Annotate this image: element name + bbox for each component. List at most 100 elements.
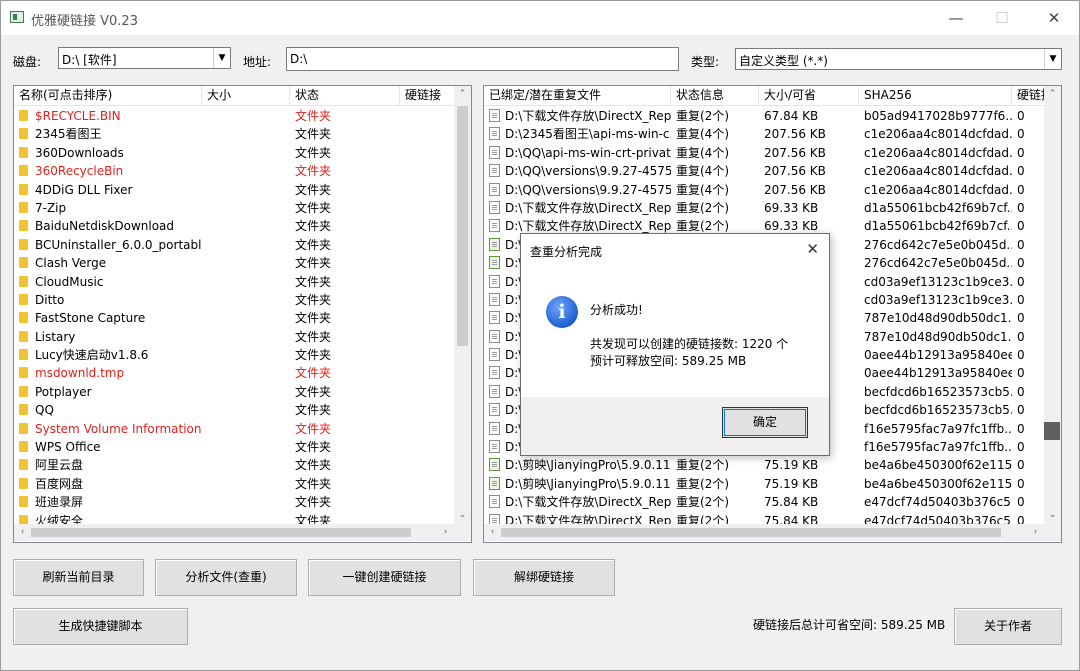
generate-script-button[interactable]: 生成快捷键脚本 (13, 608, 188, 645)
folder-icon (19, 275, 28, 287)
column-header[interactable]: 状态信息 (671, 86, 759, 106)
table-row[interactable]: BaiduNetdiskDownload 文件夹 (14, 217, 400, 235)
table-row[interactable]: Clash Verge 文件夹 (14, 254, 400, 272)
sha256-cell: d1a55061bcb42f69b7cf... (864, 200, 1012, 215)
table-row[interactable]: D:\剪映\JianyingPro\5.9.0.11... 重复(2个) 75.19… (484, 475, 1052, 493)
create-hardlinks-button[interactable]: 一键创建硬链接 (308, 559, 461, 596)
table-row[interactable]: System Volume Information 文件夹 (14, 420, 400, 438)
chevron-down-icon[interactable]: ▼ (1044, 49, 1061, 69)
table-row[interactable]: 360Downloads 文件夹 (14, 144, 400, 162)
sha256-cell: 0aee44b12913a95840ee... (864, 348, 1012, 363)
size-cell (202, 291, 290, 309)
type-select[interactable]: 自定义类型 (*.*) ▼ (735, 48, 1062, 70)
table-row[interactable]: D:\QQ\versions\9.9.27-4575... 重复(4个) 207.5… (484, 162, 1052, 180)
folder-icon (19, 441, 28, 453)
file-path: D:\下载文件存放\DirectX_Rep... (505, 495, 671, 510)
scroll-down-icon[interactable]: ⌄ (1044, 507, 1061, 524)
table-row[interactable]: D:\下载文件存放\DirectX_Rep... 重复(2个) 67.84 KB b0… (484, 107, 1052, 125)
column-header[interactable]: 状态 (290, 86, 400, 106)
table-row[interactable]: 4DDiG DLL Fixer 文件夹 (14, 181, 400, 199)
table-row[interactable]: Listary 文件夹 (14, 328, 400, 346)
table-row[interactable]: 班迪录屏 文件夹 (14, 493, 400, 511)
folder-icon (19, 146, 28, 158)
chevron-down-icon[interactable]: ▼ (213, 48, 230, 68)
scroll-left-icon[interactable]: ‹ (14, 524, 31, 541)
name-cell: Clash Verge (14, 254, 202, 272)
duplicate-list-vscroll[interactable]: ⌃ ⌄ (1044, 86, 1061, 524)
file-name: BaiduNetdiskDownload (35, 219, 175, 234)
ok-button[interactable]: 确定 (722, 407, 808, 438)
status-cell: 文件夹 (295, 274, 332, 289)
file-icon (489, 292, 500, 306)
analysis-complete-dialog: 查重分析完成 ✕ i 分析成功! 共发现可以创建的硬链接数: 1220 个 预计… (520, 233, 830, 456)
name-cell: BCUninstaller_6.0.0_portable... (14, 236, 202, 254)
unbind-hardlinks-button[interactable]: 解绑硬链接 (473, 559, 615, 596)
size-cell: 207.56 KB (764, 127, 826, 142)
table-row[interactable]: FastStone Capture 文件夹 (14, 309, 400, 327)
file-name: 百度网盘 (35, 476, 84, 491)
table-row[interactable]: msdownld.tmp 文件夹 (14, 364, 400, 382)
table-row[interactable]: D:\QQ\api-ms-win-crt-privat... 重复(4个) 207.… (484, 144, 1052, 162)
sha256-cell: f16e5795fac7a97fc1ffb... (864, 440, 1012, 455)
refresh-directory-button[interactable]: 刷新当前目录 (13, 559, 144, 596)
about-author-button[interactable]: 关于作者 (954, 608, 1062, 645)
table-row[interactable]: 360RecycleBin 文件夹 (14, 162, 400, 180)
column-header[interactable]: 名称(可点击排序) (14, 86, 202, 106)
table-row[interactable]: D:\剪映\JianyingPro\5.9.0.11... 重复(2个) 75.19… (484, 456, 1052, 474)
sha256-cell: 787e10d48d90db50dc1... (864, 329, 1012, 344)
column-header[interactable]: 大小/可省 (759, 86, 859, 106)
close-button[interactable]: ✕ (1031, 1, 1077, 35)
file-list-hscroll[interactable]: ‹ › (14, 524, 471, 541)
column-header[interactable]: 硬链接 (400, 86, 460, 106)
table-row[interactable]: 阿里云盘 文件夹 (14, 456, 400, 474)
table-row[interactable]: 7-Zip 文件夹 (14, 199, 400, 217)
size-cell: 207.56 KB (764, 182, 826, 197)
scroll-thumb[interactable] (501, 528, 1001, 537)
size-cell (202, 162, 290, 180)
file-path: D:\下载文件存放\DirectX_Rep... (505, 219, 671, 234)
scroll-thumb[interactable] (31, 528, 411, 537)
file-path: D:\剪映\JianyingPro\5.9.0.11... (505, 458, 671, 473)
scroll-thumb[interactable] (457, 106, 468, 346)
scroll-thumb[interactable] (1044, 422, 1060, 440)
scroll-left-icon[interactable]: ‹ (484, 524, 501, 541)
sha256-cell: 276cd642c7e5e0b045d... (864, 256, 1012, 271)
table-row[interactable]: D:\下载文件存放\DirectX_Rep... 重复(2个) 75.84 KB e4… (484, 493, 1052, 511)
maximize-button[interactable]: ☐ (979, 1, 1025, 35)
file-path: D:\下载文件存放\DirectX_Rep... (505, 109, 671, 123)
table-row[interactable]: 2345看图王 文件夹 (14, 125, 400, 143)
scroll-right-icon[interactable]: › (437, 524, 454, 541)
scroll-up-icon[interactable]: ⌃ (1044, 86, 1061, 103)
column-header[interactable]: SHA256 (859, 86, 1012, 106)
table-row[interactable]: QQ 文件夹 (14, 401, 400, 419)
table-row[interactable]: D:\QQ\versions\9.9.27-4575... 重复(4个) 207.5… (484, 181, 1052, 199)
table-row[interactable]: Ditto 文件夹 (14, 291, 400, 309)
address-field[interactable] (287, 48, 678, 70)
column-header[interactable]: 已绑定/潜在重复文件 (484, 86, 671, 106)
column-header[interactable]: 大小 (202, 86, 290, 106)
close-icon[interactable]: ✕ (806, 240, 819, 258)
minimize-button[interactable]: — (933, 1, 979, 35)
file-icon (489, 219, 500, 233)
disk-select[interactable]: D:\ [软件] ▼ (58, 47, 231, 69)
file-icon (489, 200, 500, 214)
address-input[interactable] (286, 47, 679, 71)
table-row[interactable]: D:\2345看图王\api-ms-win-c... 重复(4个) 207.56 K… (484, 125, 1052, 143)
scroll-down-icon[interactable]: ⌄ (454, 507, 471, 524)
scroll-up-icon[interactable]: ⌃ (454, 86, 471, 103)
table-row[interactable]: WPS Office 文件夹 (14, 438, 400, 456)
table-row[interactable]: Lucy快速启动v1.8.6 文件夹 (14, 346, 400, 364)
table-row[interactable]: $RECYCLE.BIN 文件夹 (14, 107, 400, 125)
table-row[interactable]: CloudMusic 文件夹 (14, 273, 400, 291)
table-row[interactable]: BCUninstaller_6.0.0_portable... 文件夹 (14, 236, 400, 254)
table-row[interactable]: D:\下载文件存放\DirectX_Rep... 重复(2个) 69.33 KB d1… (484, 199, 1052, 217)
table-row[interactable]: 百度网盘 文件夹 (14, 475, 400, 493)
folder-icon (19, 477, 28, 489)
analyze-files-button[interactable]: 分析文件(查重) (155, 559, 297, 596)
sha256-cell: cd03a9ef13123c1b9ce3... (864, 292, 1012, 307)
file-list-vscroll[interactable]: ⌃ ⌄ (454, 86, 471, 524)
scroll-right-icon[interactable]: › (1027, 524, 1044, 541)
table-row[interactable]: Potplayer 文件夹 (14, 383, 400, 401)
folder-icon (19, 385, 28, 397)
duplicate-list-hscroll[interactable]: ‹ › (484, 524, 1061, 541)
